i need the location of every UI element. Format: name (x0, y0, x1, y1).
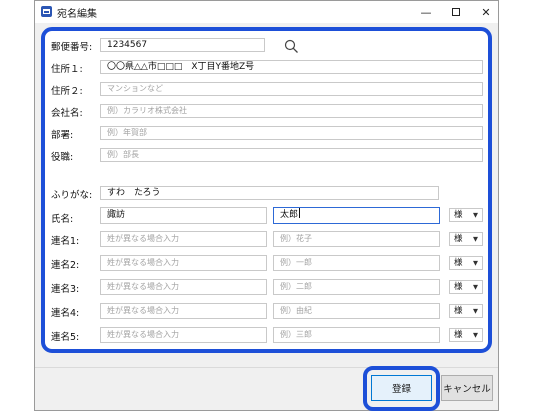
register-button[interactable]: 登録 (371, 375, 432, 401)
department-input[interactable]: 例）年賀部 (100, 126, 483, 140)
joint4-first-input[interactable]: 例）由紀 (273, 303, 440, 319)
maximize-icon (452, 8, 460, 16)
joint4-honorific-select[interactable]: 様 ▼ (449, 304, 483, 318)
first-name-value: 太郎 (280, 210, 299, 220)
name-label: 氏名: (51, 214, 74, 225)
window-title: 宛名編集 (57, 9, 97, 20)
first-name-input[interactable]: 太郎 (273, 207, 440, 224)
address2-input[interactable]: マンションなど (100, 82, 483, 96)
position-input[interactable]: 例）部長 (100, 148, 483, 162)
joint1-first-input[interactable]: 例）花子 (273, 231, 440, 247)
chevron-down-icon: ▼ (473, 259, 478, 267)
joint5-label: 連名5: (51, 332, 80, 343)
text-caret (299, 208, 301, 218)
joint4-label: 連名4: (51, 308, 80, 319)
joint3-label: 連名3: (51, 284, 80, 295)
honorific-value: 様 (454, 282, 463, 292)
joint3-first-input[interactable]: 例）二郎 (273, 279, 440, 295)
joint2-first-input[interactable]: 例）一郎 (273, 255, 440, 271)
department-label: 部署: (51, 130, 74, 141)
joint1-label: 連名1: (51, 236, 80, 247)
honorific-value: 様 (454, 258, 463, 268)
minimize-icon: — (420, 5, 432, 19)
joint4-last-input[interactable]: 姓が異なる場合入力 (100, 303, 267, 319)
chevron-down-icon: ▼ (473, 235, 478, 243)
chevron-down-icon: ▼ (473, 331, 478, 339)
close-button[interactable]: ✕ (471, 1, 501, 23)
joint5-last-input[interactable]: 姓が異なる場合入力 (100, 327, 267, 343)
honorific-value: 様 (454, 210, 463, 220)
joint5-honorific-select[interactable]: 様 ▼ (449, 328, 483, 342)
title-bar: 宛名編集 — ✕ (35, 1, 498, 23)
postal-label: 郵便番号: (51, 42, 93, 53)
minimize-button[interactable]: — (411, 1, 441, 23)
joint2-last-input[interactable]: 姓が異なる場合入力 (100, 255, 267, 271)
company-input[interactable]: 例）カラリオ株式会社 (100, 104, 483, 118)
maximize-button[interactable] (441, 1, 471, 23)
honorific-value: 様 (454, 306, 463, 316)
company-label: 会社名: (51, 108, 83, 119)
joint5-first-input[interactable]: 例）三郎 (273, 327, 440, 343)
furigana-input[interactable]: すわ たろう (100, 186, 439, 200)
joint3-last-input[interactable]: 姓が異なる場合入力 (100, 279, 267, 295)
chevron-down-icon: ▼ (473, 211, 478, 219)
address-form-panel: 郵便番号: 1234567 住所１: 〇〇県△△市□□□ X丁目Y番地Z号 住所… (41, 27, 492, 353)
joint1-last-input[interactable]: 姓が異なる場合入力 (100, 231, 267, 247)
search-icon[interactable] (284, 39, 299, 54)
address1-input[interactable]: 〇〇県△△市□□□ X丁目Y番地Z号 (100, 60, 483, 74)
address2-label: 住所２: (51, 86, 83, 97)
last-name-input[interactable]: 諏訪 (100, 207, 267, 224)
joint1-honorific-select[interactable]: 様 ▼ (449, 232, 483, 246)
address1-label: 住所１: (51, 64, 83, 75)
chevron-down-icon: ▼ (473, 283, 478, 291)
app-icon (41, 6, 52, 17)
joint3-honorific-select[interactable]: 様 ▼ (449, 280, 483, 294)
postal-input[interactable]: 1234567 (100, 38, 265, 52)
close-icon: ✕ (481, 5, 491, 19)
name-honorific-select[interactable]: 様 ▼ (449, 208, 483, 222)
honorific-value: 様 (454, 234, 463, 244)
cancel-button[interactable]: キャンセル (441, 375, 493, 401)
furigana-label: ふりがな: (51, 190, 93, 201)
chevron-down-icon: ▼ (473, 307, 478, 315)
position-label: 役職: (51, 152, 74, 163)
joint2-label: 連名2: (51, 260, 80, 271)
joint2-honorific-select[interactable]: 様 ▼ (449, 256, 483, 270)
honorific-value: 様 (454, 330, 463, 340)
